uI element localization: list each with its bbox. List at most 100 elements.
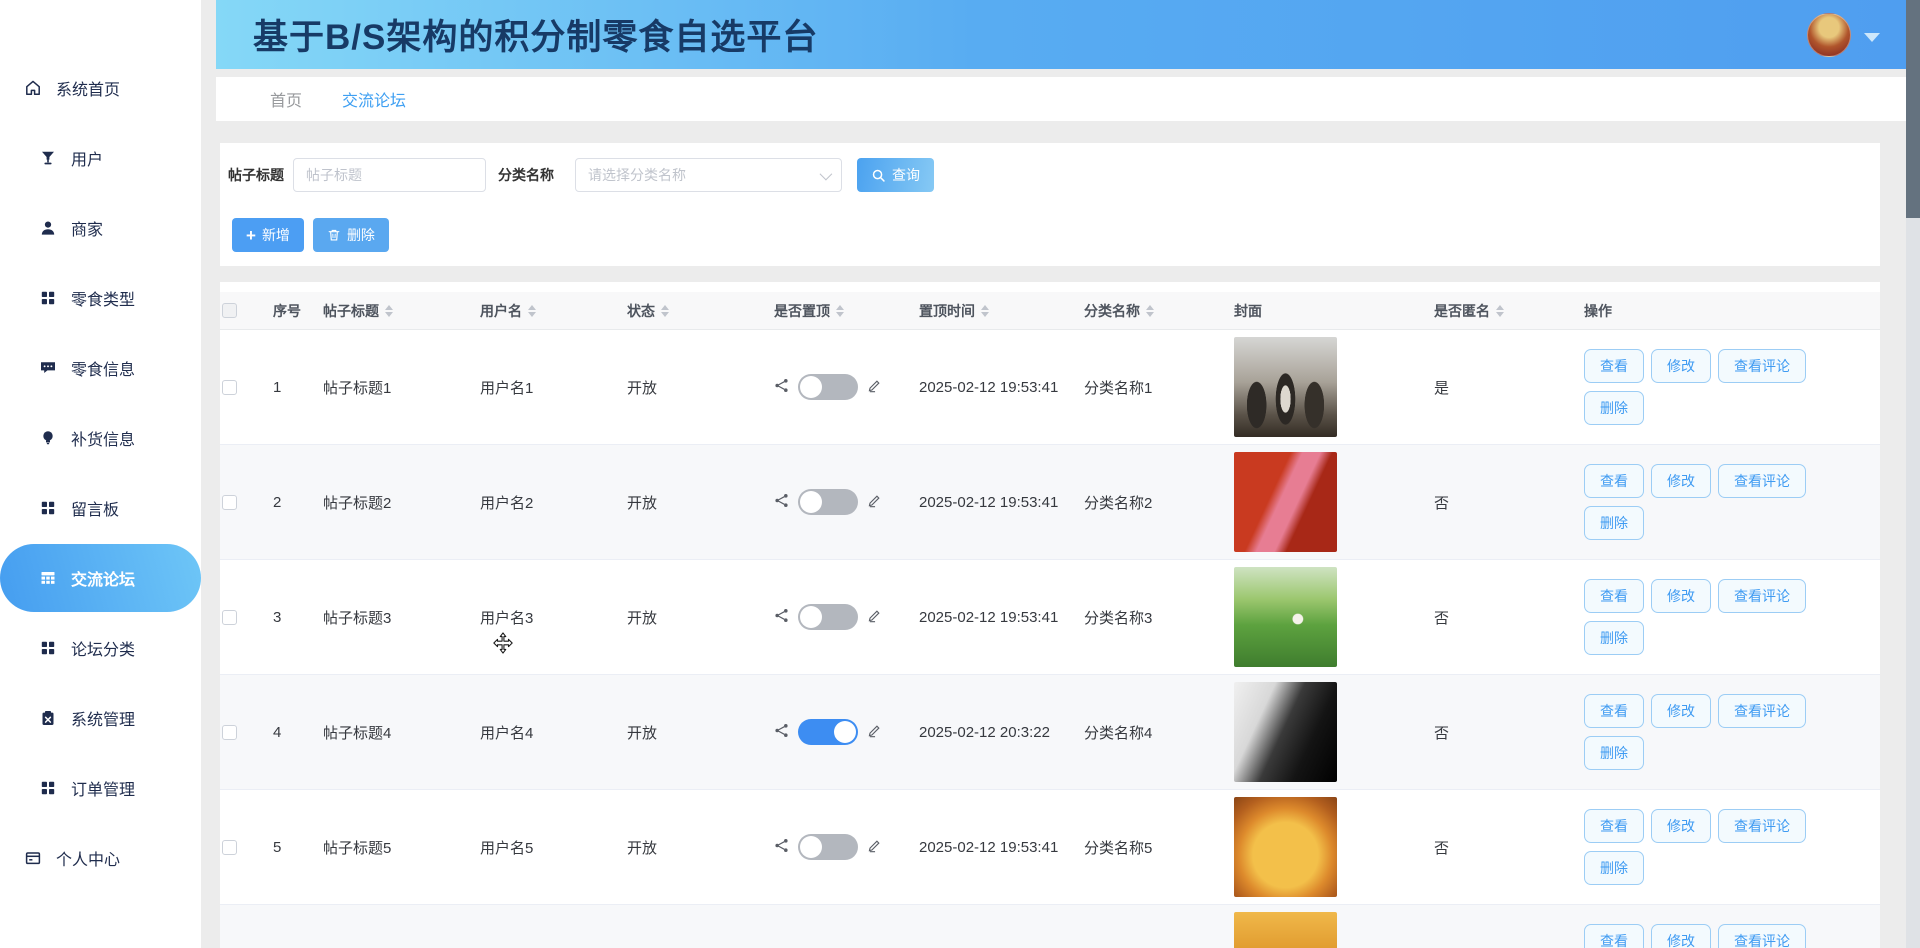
sort-caret-icon[interactable] — [981, 305, 989, 317]
cell-cover — [1231, 337, 1431, 437]
cover-image[interactable] — [1234, 912, 1337, 948]
row-checkbox[interactable] — [222, 610, 237, 625]
view-button[interactable]: 查看 — [1584, 464, 1644, 498]
sidebar-item-9[interactable]: 论坛分类 — [0, 613, 201, 683]
edit-pencil-icon[interactable] — [867, 378, 882, 397]
delete-row-button[interactable]: 删除 — [1584, 506, 1644, 540]
view-comments-button[interactable]: 查看评论 — [1718, 349, 1806, 383]
column-header-label: 置顶时间 — [919, 301, 975, 321]
sort-caret-icon[interactable] — [528, 305, 536, 317]
cover-image[interactable] — [1234, 337, 1337, 437]
delete-row-button[interactable]: 删除 — [1584, 621, 1644, 655]
edit-button[interactable]: 修改 — [1651, 694, 1711, 728]
row-checkbox-cell — [220, 495, 270, 510]
select-all-checkbox[interactable] — [222, 303, 237, 318]
pin-toggle[interactable] — [798, 834, 858, 860]
sidebar-item-7[interactable]: 留言板 — [0, 473, 201, 543]
delete-row-button[interactable]: 删除 — [1584, 391, 1644, 425]
view-button[interactable]: 查看 — [1584, 579, 1644, 613]
pin-toggle[interactable] — [798, 604, 858, 630]
cell-username: 用户名1 — [477, 377, 624, 398]
search-panel: 帖子标题 分类名称 请选择分类名称 查询 + 新增 — [220, 143, 1880, 266]
home-icon — [23, 79, 42, 98]
cover-image[interactable] — [1234, 682, 1337, 782]
view-comments-button[interactable]: 查看评论 — [1718, 464, 1806, 498]
add-button[interactable]: + 新增 — [232, 218, 304, 252]
sidebar-item-5[interactable]: 零食信息 — [0, 333, 201, 403]
cell-actions: 查看修改查看评论删除 — [1581, 809, 1880, 885]
view-button[interactable]: 查看 — [1584, 809, 1644, 843]
edit-pencil-icon[interactable] — [867, 608, 882, 627]
sidebar-item-label: 留言板 — [71, 496, 119, 520]
view-comments-button[interactable]: 查看评论 — [1718, 809, 1806, 843]
pin-toggle[interactable] — [798, 489, 858, 515]
pin-toggle[interactable] — [798, 374, 858, 400]
chat-icon — [38, 359, 57, 378]
sidebar-item-2[interactable]: 用户 — [0, 123, 201, 193]
sidebar-item-label: 订单管理 — [71, 776, 135, 800]
breadcrumb-item-1[interactable]: 首页 — [270, 87, 302, 111]
sidebar-item-label: 用户 — [71, 146, 103, 170]
view-comments-button[interactable]: 查看评论 — [1718, 579, 1806, 613]
sidebar-item-1[interactable]: 系统首页 — [0, 53, 201, 123]
header-checkbox-cell — [220, 303, 270, 318]
sidebar-item-11[interactable]: 订单管理 — [0, 753, 201, 823]
sidebar-item-3[interactable]: 商家 — [0, 193, 201, 263]
row-checkbox[interactable] — [222, 380, 237, 395]
page-scrollbar[interactable] — [1906, 0, 1920, 948]
view-button[interactable]: 查看 — [1584, 924, 1644, 948]
column-header: 置顶时间 — [916, 301, 1081, 321]
cell-post-title: 帖子标题2 — [320, 492, 477, 513]
view-button[interactable]: 查看 — [1584, 349, 1644, 383]
view-comments-button[interactable]: 查看评论 — [1718, 924, 1806, 948]
sort-caret-icon[interactable] — [836, 305, 844, 317]
cover-image[interactable] — [1234, 567, 1337, 667]
edit-pencil-icon[interactable] — [867, 723, 882, 742]
row-checkbox[interactable] — [222, 840, 237, 855]
sidebar-item-4[interactable]: 零食类型 — [0, 263, 201, 333]
edit-button[interactable]: 修改 — [1651, 579, 1711, 613]
cell-username: 用户名4 — [477, 722, 624, 743]
sidebar-item-10[interactable]: 系统管理 — [0, 683, 201, 753]
sidebar-item-label: 交流论坛 — [71, 566, 135, 590]
pin-toggle[interactable] — [798, 719, 858, 745]
edit-pencil-icon[interactable] — [867, 493, 882, 512]
scrollbar-thumb[interactable] — [1906, 0, 1920, 218]
sidebar-item-8[interactable]: 交流论坛 — [0, 544, 201, 612]
view-comments-button[interactable]: 查看评论 — [1718, 694, 1806, 728]
cell-pinned — [771, 719, 916, 745]
query-button[interactable]: 查询 — [857, 158, 934, 192]
delete-row-button[interactable]: 删除 — [1584, 851, 1644, 885]
table-row-5: 5 帖子标题5 用户名5 开放 — [220, 790, 1880, 905]
edit-pencil-icon[interactable] — [867, 838, 882, 857]
edit-button[interactable]: 修改 — [1651, 809, 1711, 843]
sort-caret-icon[interactable] — [1146, 305, 1154, 317]
edit-button[interactable]: 修改 — [1651, 464, 1711, 498]
sort-caret-icon[interactable] — [1496, 305, 1504, 317]
row-checkbox[interactable] — [222, 725, 237, 740]
category-select[interactable]: 请选择分类名称 — [575, 158, 842, 192]
sort-caret-icon[interactable] — [661, 305, 669, 317]
toolbar-delete-button[interactable]: 删除 — [313, 218, 389, 252]
column-header: 分类名称 — [1081, 301, 1231, 321]
edit-button[interactable]: 修改 — [1651, 349, 1711, 383]
view-button[interactable]: 查看 — [1584, 694, 1644, 728]
post-title-input[interactable] — [293, 158, 486, 192]
row-checkbox-cell — [220, 840, 270, 855]
breadcrumb-item-2[interactable]: 交流论坛 — [342, 87, 406, 111]
column-header-label: 序号 — [273, 301, 301, 321]
cover-image[interactable] — [1234, 452, 1337, 552]
cell-pinned — [771, 604, 916, 630]
sidebar-item-6[interactable]: 补货信息 — [0, 403, 201, 473]
cover-image[interactable] — [1234, 797, 1337, 897]
sidebar-item-12[interactable]: 个人中心 — [0, 823, 201, 893]
posts-table: 序号帖子标题用户名状态是否置顶置顶时间分类名称封面是否匿名操作 1 帖子标题1 … — [220, 282, 1880, 948]
user-avatar[interactable] — [1807, 13, 1851, 57]
cell-index: 3 — [270, 609, 320, 626]
sort-caret-icon[interactable] — [385, 305, 393, 317]
delete-row-button[interactable]: 删除 — [1584, 736, 1644, 770]
row-action-buttons: 查看修改查看评论删除 — [1584, 579, 1846, 655]
row-checkbox[interactable] — [222, 495, 237, 510]
user-menu-caret-icon[interactable] — [1864, 33, 1880, 42]
edit-button[interactable]: 修改 — [1651, 924, 1711, 948]
